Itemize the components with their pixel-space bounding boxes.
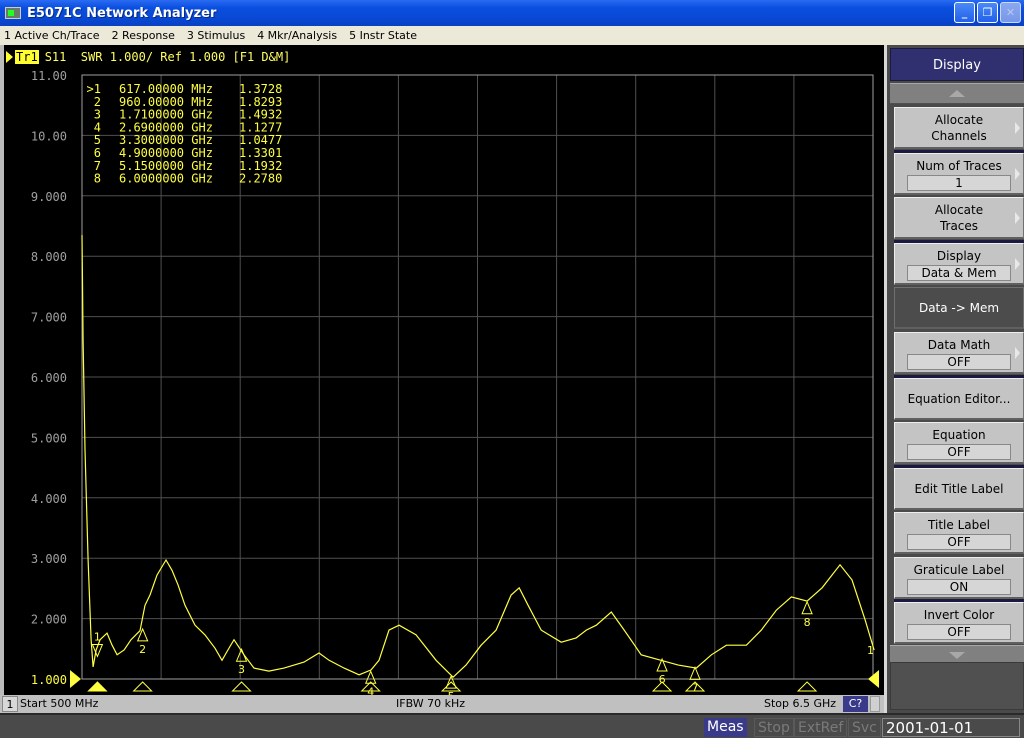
y-tick-label: 3.000 — [31, 552, 67, 566]
softkey-value: ON — [907, 579, 1011, 595]
triangle-up-icon — [949, 90, 965, 97]
restore-icon: ❐ — [982, 6, 993, 19]
softkey-label: Title Label — [928, 518, 990, 532]
channel-status-bar: 1 Start 500 MHz IFBW 70 kHz Stop 6.5 GHz… — [0, 695, 884, 713]
marker-table: >1 617.00000 MHz 1.37282 960.00000 MHz 1.829… — [87, 82, 283, 186]
submenu-arrow-icon — [1015, 212, 1020, 224]
equation-button[interactable]: Equation OFF — [894, 422, 1024, 464]
marker-stimulus-triangle — [87, 681, 108, 692]
marker-label: 7 — [692, 681, 699, 694]
trace-line — [81, 235, 875, 679]
reference-left-indicator — [70, 670, 81, 688]
softkey-panel: Display Allocate Channels Num of Traces … — [884, 45, 1024, 713]
svc-indicator: Svc — [848, 718, 881, 737]
cal-status-badge: C? — [843, 696, 868, 712]
softkey-label: Traces — [939, 219, 979, 233]
marker-triangle — [801, 600, 813, 615]
channel-number[interactable]: 1 — [2, 696, 18, 712]
equation-editor-button[interactable]: Equation Editor... — [894, 378, 1024, 420]
status-box — [870, 696, 880, 712]
y-tick-label: 1.000 — [31, 673, 67, 687]
trace-tag[interactable]: Tr1 — [15, 50, 39, 64]
trace-end-label: 1 — [867, 644, 874, 657]
start-frequency: Start 500 MHz — [20, 697, 99, 710]
y-tick-label: 5.000 — [31, 431, 67, 445]
marker-stimulus-triangle — [132, 681, 153, 692]
data-math-button[interactable]: Data Math OFF — [894, 332, 1024, 374]
swr-plot: 11.00 10.00 9.000 8.000 7.000 6.000 5.000 4.000… — [31, 69, 879, 700]
title-label-button[interactable]: Title Label OFF — [894, 512, 1024, 554]
marker-table-id: 8 — [94, 172, 101, 186]
softkey-value: OFF — [907, 534, 1011, 550]
softkey-label: Equation — [932, 428, 986, 442]
restore-button[interactable]: ❐ — [977, 2, 998, 23]
system-status-bar: Meas Stop ExtRef Svc 2001-01-01 10:25 — [0, 713, 1024, 738]
softkey-empty-area — [890, 662, 1024, 710]
submenu-arrow-icon — [1015, 168, 1020, 180]
trace-info: S11 SWR 1.000/ Ref 1.000 [F1 D&M] — [44, 50, 291, 64]
minimize-icon: _ — [961, 6, 968, 19]
softkey-label: Edit Title Label — [914, 482, 1004, 496]
marker-table-frequency: 6.0000000 GHz — [119, 172, 213, 186]
submenu-arrow-icon — [1015, 347, 1020, 359]
softkey-label: Data -> Mem — [918, 301, 1000, 315]
allocate-channels-button[interactable]: Allocate Channels — [894, 107, 1024, 149]
marker-stimulus-triangle — [231, 681, 252, 692]
softkey-value: OFF — [907, 444, 1011, 460]
marker-label: 3 — [238, 663, 245, 676]
softkey-label: Allocate — [934, 203, 984, 217]
marker-triangle — [689, 666, 701, 680]
marker-label: 1 — [94, 630, 101, 643]
invert-color-button[interactable]: Invert Color OFF — [894, 602, 1024, 644]
softkey-label: Data Math — [927, 338, 991, 352]
y-tick-label: 4.000 — [31, 492, 67, 506]
markers: 123456781 — [87, 600, 874, 700]
y-tick-label: 10.00 — [31, 129, 67, 143]
softkey-label: Graticule Label — [913, 563, 1005, 577]
softkey-menu-title: Display — [890, 48, 1024, 81]
display-data-mem-button[interactable]: Display Data & Mem — [894, 243, 1024, 285]
triangle-down-icon — [949, 652, 965, 659]
edit-title-label-button[interactable]: Edit Title Label — [894, 468, 1024, 510]
softkey-label: Allocate — [934, 113, 984, 127]
allocate-traces-button[interactable]: Allocate Traces — [894, 197, 1024, 239]
active-trace-arrow-icon — [6, 51, 13, 63]
graticule-label-button[interactable]: Graticule Label ON — [894, 557, 1024, 599]
trace-header[interactable]: Tr1 S11 SWR 1.000/ Ref 1.000 [F1 D&M] — [6, 50, 290, 64]
softkey-label: Invert Color — [923, 608, 995, 622]
data-to-mem-button[interactable]: Data -> Mem — [894, 287, 1024, 329]
y-tick-label: 8.000 — [31, 250, 67, 264]
extref-indicator: ExtRef — [794, 718, 848, 737]
softkey-label: Display — [936, 249, 982, 263]
y-tick-label: 7.000 — [31, 311, 67, 325]
softkey-value: OFF — [907, 624, 1011, 640]
softkey-label: Channels — [931, 129, 987, 143]
softkey-value: Data & Mem — [907, 265, 1011, 281]
stop-indicator: Stop — [754, 718, 794, 737]
y-tick-label: 11.00 — [31, 69, 67, 83]
softkey-label: Equation Editor... — [907, 392, 1011, 406]
close-button[interactable]: ✕ — [1000, 2, 1021, 23]
y-tick-label: 6.000 — [31, 371, 67, 385]
minimize-button[interactable]: _ — [954, 2, 975, 23]
y-axis-labels: 11.00 10.00 9.000 8.000 7.000 6.000 5.000 4.000… — [31, 69, 67, 687]
softkey-value: OFF — [907, 354, 1011, 370]
marker-label: 8 — [804, 616, 811, 629]
marker-stimulus-triangle — [796, 681, 818, 692]
submenu-arrow-icon — [1015, 258, 1020, 270]
datetime-display: 2001-01-01 10:25 — [882, 718, 1020, 737]
softkey-scroll-up-button[interactable] — [890, 83, 1024, 104]
num-of-traces-button[interactable]: Num of Traces 1 — [894, 153, 1024, 195]
stop-frequency: Stop 6.5 GHz — [764, 697, 837, 710]
meas-indicator: Meas — [704, 718, 747, 737]
softkey-value: 1 — [907, 175, 1011, 191]
marker-label: 2 — [139, 643, 146, 656]
ifbw: IFBW 70 kHz — [396, 697, 466, 710]
submenu-arrow-icon — [1015, 122, 1020, 134]
y-tick-label: 2.000 — [31, 613, 67, 627]
marker-table-value: 2.2780 — [239, 172, 282, 186]
softkey-label: Num of Traces — [916, 159, 1002, 173]
close-icon: ✕ — [1005, 6, 1016, 19]
y-tick-label: 9.000 — [31, 190, 67, 204]
